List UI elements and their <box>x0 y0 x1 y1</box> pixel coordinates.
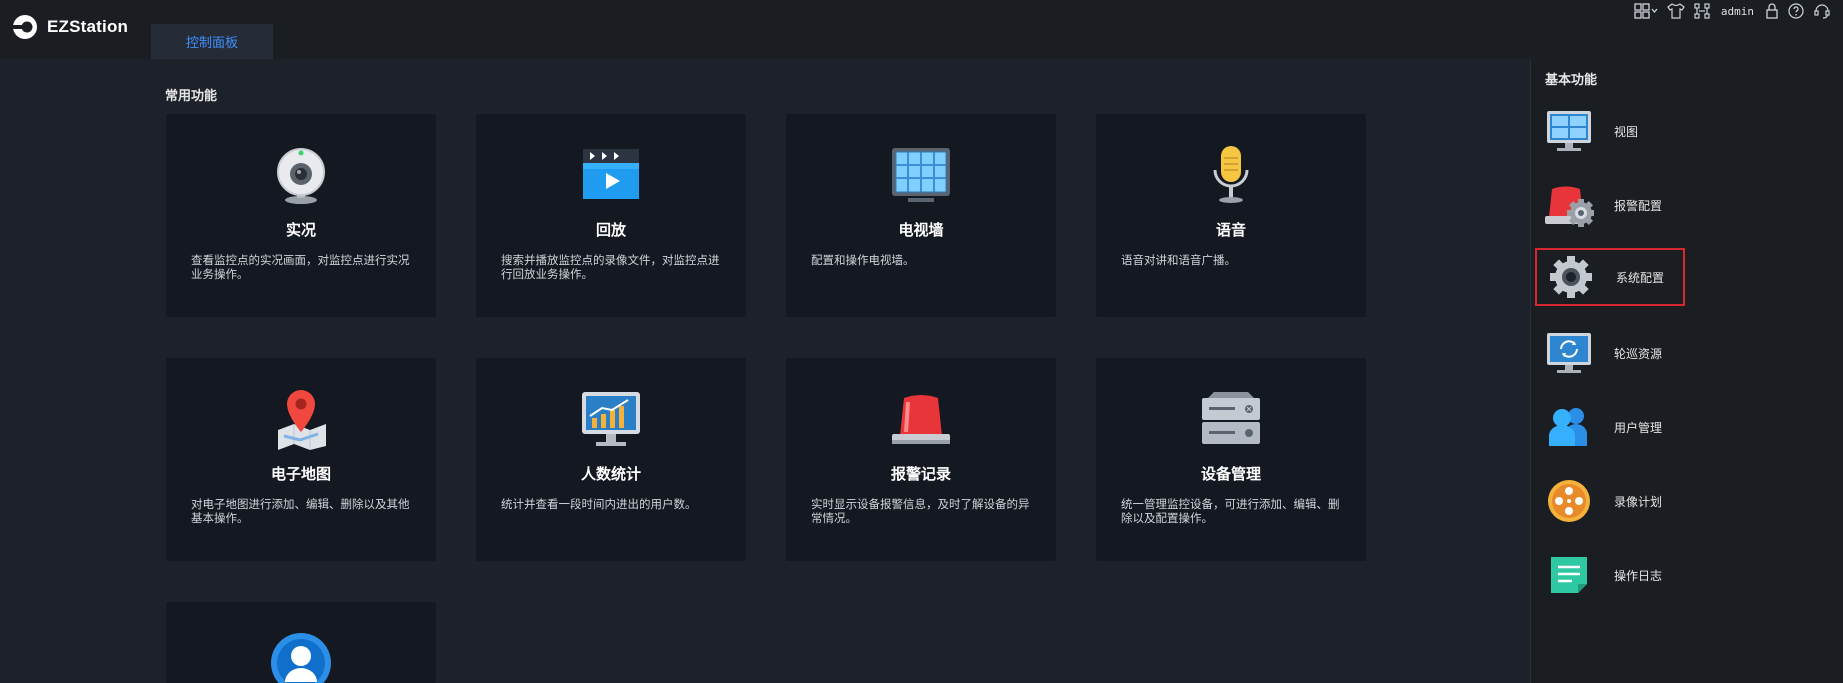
server-icon <box>1202 392 1260 444</box>
top-bar: EZStation 控制面板 admin <box>0 0 1843 59</box>
card-title: 报警记录 <box>890 465 951 483</box>
sidebar-item-label: 用户管理 <box>1614 420 1663 435</box>
sidebar-item-system-config[interactable]: 系统配置 <box>1535 248 1685 306</box>
right-panel: 基本功能 视图 报警配置 系统配置 轮巡资源 用户管理 录像计划 操作日志 <box>1530 59 1843 683</box>
sidebar-item-alarm-config[interactable]: 报警配置 <box>1535 176 1685 234</box>
card-description: 查看监控点的实况画面，对监控点进行实况业务操作。 <box>191 253 410 281</box>
card-title: 语音 <box>1215 221 1246 239</box>
log-note-icon <box>1551 557 1587 593</box>
app-logo: EZStation <box>12 14 128 40</box>
sidebar-item-operation-log[interactable]: 操作日志 <box>1535 546 1685 604</box>
sidebar-item-label: 系统配置 <box>1616 270 1665 285</box>
card-description: 对电子地图进行添加、编辑、删除以及其他基本操作。 <box>191 497 410 525</box>
card-live[interactable]: 实况 查看监控点的实况画面，对监控点进行实况业务操作。 <box>166 114 436 317</box>
card-voice[interactable]: 语音 语音对讲和语音广播。 <box>1096 114 1366 317</box>
map-pin-icon <box>278 390 326 450</box>
sidebar-item-label: 报警配置 <box>1614 198 1663 213</box>
view-monitor-icon <box>1547 111 1591 151</box>
alarm-config-icon <box>1545 186 1594 227</box>
sidebar-item-patrol[interactable]: 轮巡资源 <box>1535 324 1685 382</box>
microphone-icon <box>1213 146 1249 203</box>
header-toolbar: admin <box>1634 2 1831 20</box>
users-icon <box>1549 408 1587 446</box>
globe-user-icon <box>271 633 331 683</box>
card-title: 回放 <box>595 221 626 239</box>
right-panel-title: 基本功能 <box>1545 73 1598 88</box>
card-description: 实时显示设备报警信息，及时了解设备的异常情况。 <box>811 497 1030 525</box>
card-device-management[interactable]: 设备管理 统一管理监控设备，可进行添加、编辑、删除以及配置操作。 <box>1096 358 1366 561</box>
card-video-wall[interactable]: 电视墙 配置和操作电视墙。 <box>786 114 1056 317</box>
user-name[interactable]: admin <box>1719 2 1756 20</box>
card-emap[interactable]: 电子地图 对电子地图进行添加、编辑、删除以及其他基本操作。 <box>166 358 436 561</box>
card-alarm-records[interactable]: 报警记录 实时显示设备报警信息，及时了解设备的异常情况。 <box>786 358 1056 561</box>
webcam-icon <box>277 148 325 204</box>
alarm-light-icon <box>892 395 950 444</box>
system-gear-icon <box>1550 256 1592 298</box>
card-global[interactable] <box>166 602 436 683</box>
film-reel-icon <box>1548 480 1590 522</box>
card-title: 人数统计 <box>580 465 641 483</box>
card-description: 搜索并播放监控点的录像文件，对监控点进行回放业务操作。 <box>501 253 720 281</box>
app-logo-icon <box>13 15 37 39</box>
network-icon[interactable] <box>1694 2 1710 20</box>
sidebar-item-label: 轮巡资源 <box>1614 346 1663 361</box>
card-people-count[interactable]: 人数统计 统计并查看一段时间内进出的用户数。 <box>476 358 746 561</box>
tab-control-panel[interactable]: 控制面板 <box>151 24 273 59</box>
patrol-monitor-icon <box>1547 333 1591 373</box>
playback-clapper-icon <box>583 149 639 199</box>
section-title: 常用功能 <box>165 89 218 104</box>
shirt-icon[interactable] <box>1667 2 1685 20</box>
chart-monitor-icon <box>582 392 640 446</box>
sidebar-item-label: 操作日志 <box>1614 568 1663 583</box>
app-name: EZStation <box>47 17 129 36</box>
card-title: 实况 <box>285 221 316 239</box>
help-icon[interactable] <box>1788 2 1804 20</box>
sidebar-item-label: 视图 <box>1614 124 1639 139</box>
card-title: 电子地图 <box>270 465 331 483</box>
card-title: 电视墙 <box>898 221 944 239</box>
video-wall-icon <box>892 148 950 202</box>
sidebar-item-view[interactable]: 视图 <box>1535 102 1685 160</box>
card-description: 语音对讲和语音广播。 <box>1121 253 1236 267</box>
card-title: 设备管理 <box>1200 465 1261 483</box>
card-description: 统一管理监控设备，可进行添加、编辑、删除以及配置操作。 <box>1121 497 1340 525</box>
card-description: 配置和操作电视墙。 <box>811 253 915 267</box>
card-description: 统计并查看一段时间内进出的用户数。 <box>501 497 697 511</box>
sidebar-item-label: 录像计划 <box>1614 494 1663 509</box>
lock-icon[interactable] <box>1765 2 1779 20</box>
card-playback[interactable]: 回放 搜索并播放监控点的录像文件，对监控点进行回放业务操作。 <box>476 114 746 317</box>
sidebar-item-record-plan[interactable]: 录像计划 <box>1535 472 1685 530</box>
layout-grid-icon[interactable] <box>1634 2 1658 20</box>
main-panel: 常用功能 实况 查看监控点的实况画面，对监控点进行实况业务操作。 回放 搜索并播… <box>0 59 1530 683</box>
refresh-headset-icon[interactable] <box>1813 2 1831 20</box>
sidebar-item-users[interactable]: 用户管理 <box>1535 398 1685 456</box>
